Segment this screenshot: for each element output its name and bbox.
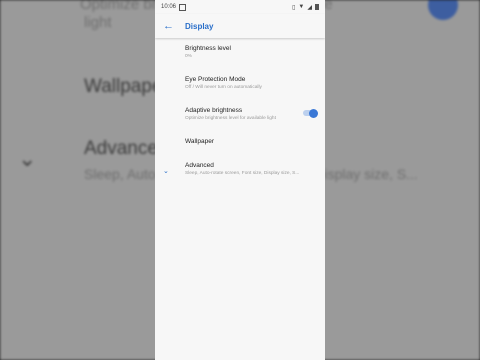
- item-title: Wallpaper: [185, 138, 215, 145]
- notification-icon: [179, 3, 187, 11]
- phone-screen: 10:06 ▯ ▼ ◢ ← Display Brightness level 0…: [155, 0, 325, 360]
- item-subtitle: 0%: [185, 54, 192, 59]
- status-time: 10:06: [161, 4, 177, 10]
- battery-icon: [315, 4, 319, 10]
- bg-light-text: light: [84, 14, 112, 31]
- item-subtitle: Off / Will never turn on automatically: [185, 85, 262, 90]
- status-icons: ▯ ▼ ◢: [292, 4, 319, 11]
- wifi-icon: ▼: [298, 4, 305, 10]
- item-title: Eye Protection Mode: [185, 76, 246, 83]
- brightness-level-item[interactable]: Brightness level 0%: [155, 38, 325, 66]
- back-arrow-icon[interactable]: ←: [163, 20, 177, 32]
- item-subtitle: Sleep, Auto-rotate screen, Font size, Di…: [185, 171, 300, 176]
- eye-protection-item[interactable]: Eye Protection Mode Off / Will never tur…: [155, 66, 325, 97]
- status-bar: 10:06 ▯ ▼ ◢: [155, 0, 325, 14]
- adaptive-brightness-item[interactable]: Adaptive brightness Optimize brightness …: [155, 97, 325, 128]
- toggle-knob: [309, 108, 318, 118]
- item-title: Adaptive brightness: [185, 107, 243, 114]
- app-bar: ← Display: [155, 14, 325, 38]
- bg-toggle: [428, 0, 458, 20]
- item-title: Brightness level: [185, 45, 231, 52]
- page-title: Display: [185, 21, 214, 31]
- advanced-item[interactable]: ⌄ Advanced Sleep, Auto-rotate screen, Fo…: [155, 155, 325, 183]
- vibrate-icon: ▯: [292, 4, 296, 11]
- bg-chevron-down-icon: ⌄: [18, 146, 37, 171]
- wallpaper-item[interactable]: Wallpaper: [155, 128, 325, 155]
- chevron-down-icon: ⌄: [163, 168, 169, 175]
- signal-icon: ◢: [307, 4, 312, 11]
- item-title: Advanced: [185, 162, 214, 169]
- adaptive-brightness-toggle[interactable]: [303, 108, 318, 118]
- settings-list: Brightness level 0% Eye Protection Mode …: [155, 38, 325, 183]
- item-subtitle: Optimize brightness level for available …: [185, 116, 276, 121]
